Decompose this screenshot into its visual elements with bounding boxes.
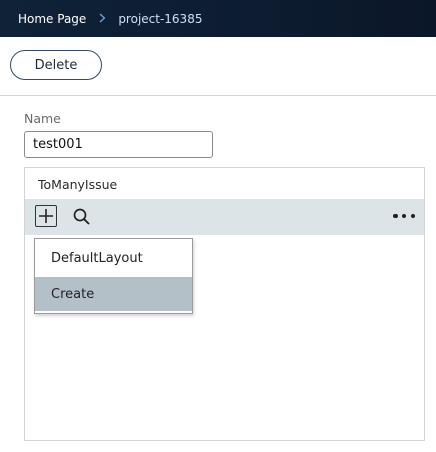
breadcrumb-home-link[interactable]: Home Page: [18, 12, 86, 26]
action-toolbar: Delete: [0, 37, 436, 96]
search-icon[interactable]: [72, 207, 92, 227]
panel-toolbar: [25, 199, 424, 235]
menu-item-create[interactable]: Create: [35, 277, 192, 311]
menu-item-default-layout[interactable]: DefaultLayout: [35, 241, 192, 275]
name-input[interactable]: [24, 131, 213, 158]
breadcrumb-separator-icon: [99, 13, 106, 25]
plus-icon[interactable]: [35, 205, 57, 227]
name-label: Name: [24, 111, 61, 126]
panel-title: ToManyIssue: [38, 177, 118, 192]
breadcrumb-current: project-16385: [118, 11, 203, 26]
more-horizontal-icon[interactable]: [393, 211, 415, 221]
top-navigation-bar: Home Page project-16385: [0, 0, 436, 37]
add-dropdown-menu: DefaultLayout Create: [34, 238, 193, 314]
delete-button[interactable]: Delete: [10, 50, 102, 80]
